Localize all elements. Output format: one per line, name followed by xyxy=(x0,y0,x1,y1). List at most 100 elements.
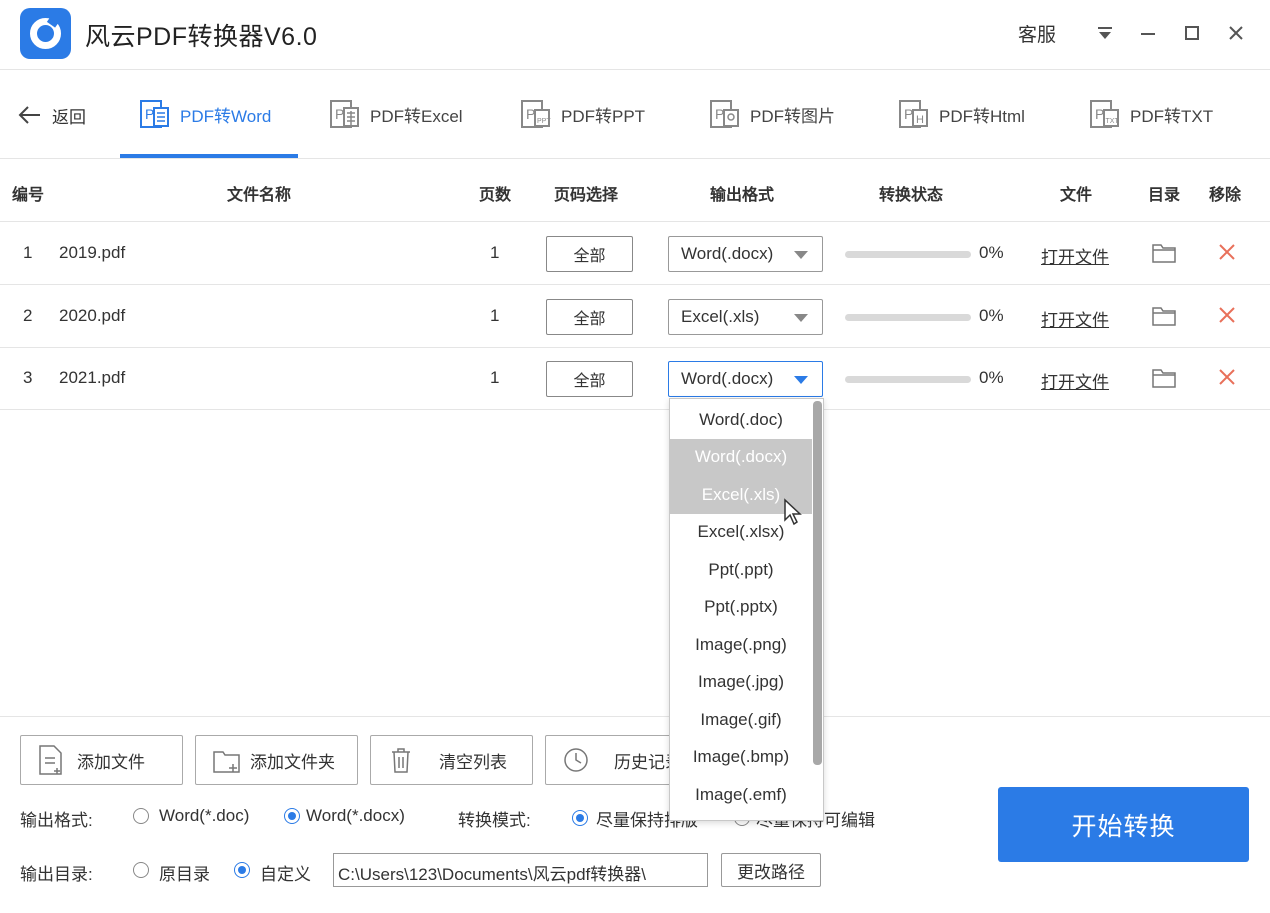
add-file-icon xyxy=(39,745,62,775)
pdf-image-icon: P xyxy=(710,100,739,128)
clear-list-label: 清空列表 xyxy=(439,752,507,772)
page-range-button[interactable]: 全部 xyxy=(546,236,633,272)
output-format-select[interactable]: Word(.docx) xyxy=(668,361,823,397)
arrow-left-icon xyxy=(18,106,40,124)
pdf-excel-icon: P xyxy=(330,100,359,128)
header-folder: 目录 xyxy=(1148,187,1181,204)
svg-text:PPT: PPT xyxy=(537,118,551,125)
trash-icon xyxy=(392,748,410,773)
header-pages: 页数 xyxy=(479,187,512,204)
output-path-input[interactable]: C:\Users\123\Documents\风云pdf转换器\ xyxy=(333,853,708,887)
dropdown-scrollbar[interactable] xyxy=(813,401,822,765)
clear-list-button[interactable]: 清空列表 xyxy=(370,735,533,785)
close-button[interactable] xyxy=(1221,18,1251,48)
menu-icon xyxy=(1098,27,1112,39)
dir-custom-label[interactable]: 自定义 xyxy=(260,860,311,885)
format-option-pptx[interactable]: Ppt(.pptx) xyxy=(670,589,812,627)
svg-text:H: H xyxy=(916,114,924,126)
folder-icon[interactable] xyxy=(1151,240,1177,266)
change-path-button[interactable]: 更改路径 xyxy=(721,853,821,887)
selected-format: Word(.docx) xyxy=(681,369,774,388)
table-row: 2 2020.pdf 1 全部 Excel(.xls) 0% 打开文件 xyxy=(0,286,1270,348)
tab-label: PDF转PPT xyxy=(561,106,646,126)
tab-label: PDF转图片 xyxy=(750,106,835,126)
tab-label: PDF转TXT xyxy=(1130,106,1214,126)
tab-label: PDF转Html xyxy=(939,106,1025,126)
customer-service-button[interactable]: 客服 xyxy=(1018,20,1056,47)
dir-original-label[interactable]: 原目录 xyxy=(159,860,210,885)
pdf-word-icon: P xyxy=(140,100,169,128)
open-file-link[interactable]: 打开文件 xyxy=(1041,306,1109,331)
start-convert-button[interactable]: 开始转换 xyxy=(998,787,1249,862)
output-format-select[interactable]: Word(.docx) xyxy=(668,236,823,272)
format-doc-label[interactable]: Word(*.doc) xyxy=(159,806,249,826)
mode-keep-layout-radio[interactable] xyxy=(572,810,588,826)
dir-custom-radio[interactable] xyxy=(234,862,250,878)
row-filename: 2020.pdf xyxy=(59,306,126,325)
app-title: 风云PDF转换器V6.0 xyxy=(85,23,318,51)
tab-pdf-to-html[interactable]: PH PDF转Html xyxy=(897,94,1025,134)
format-docx-label[interactable]: Word(*.docx) xyxy=(306,806,405,826)
header-page-range: 页码选择 xyxy=(554,187,619,204)
dir-original-radio[interactable] xyxy=(133,862,149,878)
format-doc-radio[interactable] xyxy=(133,808,149,824)
add-file-button[interactable]: 添加文件 xyxy=(20,735,183,785)
tab-pdf-to-word[interactable]: P PDF转Word xyxy=(138,94,271,134)
format-option-word-doc[interactable]: Word(.doc) xyxy=(670,401,812,439)
open-file-link[interactable]: 打开文件 xyxy=(1041,368,1109,393)
open-file-link[interactable]: 打开文件 xyxy=(1041,243,1109,268)
svg-text:P: P xyxy=(526,106,535,122)
format-option-bmp[interactable]: Image(.bmp) xyxy=(670,739,812,777)
file-table-header: 编号 文件名称 页数 页码选择 输出格式 转换状态 文件 目录 移除 xyxy=(0,159,1270,222)
add-file-label: 添加文件 xyxy=(77,752,145,772)
svg-text:P: P xyxy=(715,106,724,122)
title-bar: 风云PDF转换器V6.0 客服 xyxy=(0,0,1270,70)
tab-pdf-to-ppt[interactable]: P PPT PDF转PPT xyxy=(519,94,645,134)
row-pages: 1 xyxy=(490,306,500,325)
format-option-jpg[interactable]: Image(.jpg) xyxy=(670,664,812,702)
minimize-icon xyxy=(1141,33,1155,35)
function-nav: 返回 P PDF转Word P PDF转Excel P PPT PDF转PPT P… xyxy=(0,70,1270,159)
maximize-icon xyxy=(1185,26,1199,40)
remove-icon[interactable] xyxy=(1216,241,1238,263)
header-remove: 移除 xyxy=(1209,187,1242,204)
mouse-cursor-icon xyxy=(784,498,802,526)
close-icon xyxy=(1229,26,1243,40)
back-button[interactable]: 返回 xyxy=(18,100,86,130)
menu-dropdown-button[interactable] xyxy=(1090,18,1120,48)
folder-icon[interactable] xyxy=(1151,303,1177,329)
minimize-button[interactable] xyxy=(1133,18,1163,48)
progress-bar xyxy=(845,314,971,321)
tab-label: PDF转Word xyxy=(180,106,272,126)
progress-bar xyxy=(845,251,971,258)
progress-bar xyxy=(845,376,971,383)
selected-format: Word(.docx) xyxy=(681,244,774,263)
remove-icon[interactable] xyxy=(1216,304,1238,326)
add-folder-button[interactable]: 添加文件夹 xyxy=(195,735,358,785)
progress-percent: 0% xyxy=(979,368,1004,387)
tab-pdf-to-image[interactable]: P PDF转图片 xyxy=(708,94,835,134)
maximize-button[interactable] xyxy=(1177,18,1207,48)
output-format-select[interactable]: Excel(.xls) xyxy=(668,299,823,335)
row-index: 3 xyxy=(23,368,33,387)
format-option-png[interactable]: Image(.png) xyxy=(670,626,812,664)
tab-label: PDF转Excel xyxy=(370,106,463,126)
progress-percent: 0% xyxy=(979,306,1004,325)
format-option-gif[interactable]: Image(.gif) xyxy=(670,701,812,739)
row-pages: 1 xyxy=(490,368,500,387)
output-dir-label: 输出目录: xyxy=(20,865,93,884)
format-option-word-docx[interactable]: Word(.docx) xyxy=(670,438,812,476)
folder-icon[interactable] xyxy=(1151,365,1177,391)
add-folder-icon xyxy=(213,751,240,773)
header-index: 编号 xyxy=(12,187,45,204)
tab-pdf-to-txt[interactable]: P TXT PDF转TXT xyxy=(1088,94,1213,134)
format-option-emf[interactable]: Image(.emf) xyxy=(670,776,812,814)
format-option-ppt[interactable]: Ppt(.ppt) xyxy=(670,551,812,589)
chevron-down-icon xyxy=(794,376,808,384)
format-docx-radio[interactable] xyxy=(284,808,300,824)
pdf-txt-icon: P TXT xyxy=(1090,100,1119,128)
page-range-button[interactable]: 全部 xyxy=(546,299,633,335)
remove-icon[interactable] xyxy=(1216,366,1238,388)
tab-pdf-to-excel[interactable]: P PDF转Excel xyxy=(328,94,463,134)
page-range-button[interactable]: 全部 xyxy=(546,361,633,397)
